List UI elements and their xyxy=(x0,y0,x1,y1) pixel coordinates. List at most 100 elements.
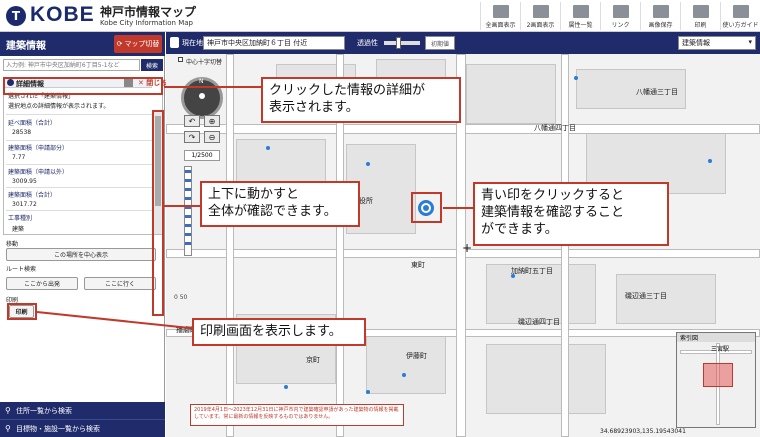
divider xyxy=(6,164,152,165)
building-marker[interactable] xyxy=(266,146,270,150)
current-location-label: 現在地 xyxy=(182,39,203,47)
print-icon xyxy=(692,5,709,18)
divider xyxy=(6,210,152,211)
scrollbar-highlight xyxy=(152,110,164,316)
zoom-level[interactable] xyxy=(185,170,191,173)
pan-center-icon[interactable] xyxy=(199,93,205,99)
scroll-annotation: 上下に動かすと 全体が確認できます。 xyxy=(200,181,360,227)
callout-line xyxy=(443,207,473,209)
field-label: 工事種別 xyxy=(8,215,33,222)
search-button[interactable]: 検索 xyxy=(141,59,163,71)
building-marker[interactable] xyxy=(574,76,578,80)
current-address-field[interactable] xyxy=(203,36,345,50)
split-screen-button[interactable]: 2画面表示 xyxy=(520,2,560,30)
map-road-number: 0 50 xyxy=(174,294,188,301)
field-value: 7.77 xyxy=(12,154,26,161)
save-image-button[interactable]: 画像保存 xyxy=(640,2,680,30)
address-list-search-link[interactable]: 住所一覧から検索 xyxy=(0,402,165,419)
detail-annotation: クリックした情報の詳細が 表示されます。 xyxy=(261,77,461,123)
link-icon xyxy=(612,5,629,18)
field-label: 建築面積（申請部分） xyxy=(8,145,69,152)
coordinates-readout: 34.68923903,135.19543041 xyxy=(600,428,686,435)
fullscreen-button[interactable]: 全画面表示 xyxy=(480,2,520,30)
north-icon: N xyxy=(199,78,204,85)
field-value: 28538 xyxy=(12,129,32,136)
zoom-in-icon[interactable]: ⊕ xyxy=(204,115,220,127)
layer-select[interactable]: 建築情報 ▾ xyxy=(678,36,756,50)
building-marker[interactable] xyxy=(402,373,406,377)
map-label: 京町 xyxy=(306,356,320,364)
building-marker[interactable] xyxy=(708,159,712,163)
building-marker[interactable] xyxy=(284,385,288,389)
guide-icon xyxy=(732,5,749,18)
divider xyxy=(6,114,152,115)
center-cross-checkbox[interactable] xyxy=(178,57,183,62)
field-value: 3009.95 xyxy=(12,178,37,185)
chevron-down-icon: ▾ xyxy=(748,38,752,46)
logo-text[interactable]: KOBE xyxy=(30,3,95,27)
attribute-list-button[interactable]: 属性一覧 xyxy=(560,2,600,30)
map-toggle-button[interactable]: ⟳ マップ切替 xyxy=(114,35,162,53)
field-label: 延べ面積（合計） xyxy=(8,120,57,127)
center-cross-label: 中心十字切替 xyxy=(186,59,223,66)
rotate-left-button[interactable]: ↶ xyxy=(184,115,200,127)
detail-line: 選択地点の詳細情報が表示されます。 xyxy=(8,103,110,110)
split-screen-icon xyxy=(532,5,549,18)
fullscreen-icon xyxy=(492,5,509,18)
map-label: 伊藤町 xyxy=(406,352,427,360)
zoom-out-icon[interactable]: ⊖ xyxy=(204,131,220,143)
guide-button[interactable]: 使い方ガイド xyxy=(720,2,760,30)
map-label: 加納町五丁目 xyxy=(511,267,553,275)
zoom-level[interactable] xyxy=(185,224,191,227)
rotate-right-button[interactable]: ↷ xyxy=(184,131,200,143)
zoom-level[interactable] xyxy=(185,233,191,236)
minimap-viewport[interactable] xyxy=(703,363,733,387)
route-to-button[interactable]: ここに行く xyxy=(84,277,156,290)
map-block xyxy=(366,334,446,394)
landmark-list-search-link[interactable]: 目標物・施設一覧から検索 xyxy=(0,419,165,437)
callout-line xyxy=(164,86,261,88)
map-pin-icon xyxy=(170,37,179,48)
opacity-reset-button[interactable]: 初期値 xyxy=(425,36,455,50)
divider xyxy=(6,140,152,141)
map-label: 八幡通四丁目 xyxy=(534,124,576,132)
print-toolbar-button[interactable]: 印刷 xyxy=(680,2,720,30)
field-label: 建築面積（合計） xyxy=(8,192,57,199)
field-value: 3017.72 xyxy=(12,201,37,208)
map-label: 八幡通三丁目 xyxy=(636,88,678,96)
refresh-icon: ⟳ xyxy=(116,40,123,48)
map-road xyxy=(226,54,234,437)
divider xyxy=(6,187,152,188)
zoom-level[interactable] xyxy=(185,242,191,245)
map-block xyxy=(466,64,556,124)
minimap-label: 三宮駅 xyxy=(711,346,730,353)
link-button[interactable]: リンク xyxy=(600,2,640,30)
route-from-button[interactable]: ここから出発 xyxy=(6,277,78,290)
field-value: 建築 xyxy=(12,226,25,233)
detail-highlight xyxy=(3,77,163,95)
crosshair-icon: + xyxy=(462,241,473,255)
opacity-slider-handle[interactable] xyxy=(396,37,401,49)
field-label: 建築面積（申請以外） xyxy=(8,169,69,176)
map-scale: 1/2500 xyxy=(184,150,220,161)
route-section-label: ルート検索 xyxy=(6,266,37,273)
zoom-level[interactable] xyxy=(185,215,191,218)
opacity-slider[interactable] xyxy=(384,41,420,45)
address-search-input[interactable] xyxy=(3,59,140,71)
map-block xyxy=(486,344,606,414)
print-highlight xyxy=(7,303,37,320)
center-here-button[interactable]: この場所を中心表示 xyxy=(6,248,156,261)
site-title: 神戸市情報マップ xyxy=(100,5,197,19)
move-section-label: 移動 xyxy=(6,241,19,248)
zoom-level[interactable] xyxy=(185,179,191,182)
building-marker[interactable] xyxy=(366,390,370,394)
building-marker[interactable] xyxy=(366,162,370,166)
map-label: 東町 xyxy=(411,261,425,269)
site-subtitle: Kobe City Information Map xyxy=(100,19,193,27)
panel-title: 建築情報 xyxy=(6,41,46,52)
zoom-level[interactable] xyxy=(185,188,191,191)
data-notice: 2019年4月1日〜2023年12月31日に神戸市内で建築確認申請があった建築物… xyxy=(190,404,404,426)
marker-dot-icon xyxy=(423,205,429,211)
zoom-level[interactable] xyxy=(185,197,191,200)
save-image-icon xyxy=(652,5,669,18)
